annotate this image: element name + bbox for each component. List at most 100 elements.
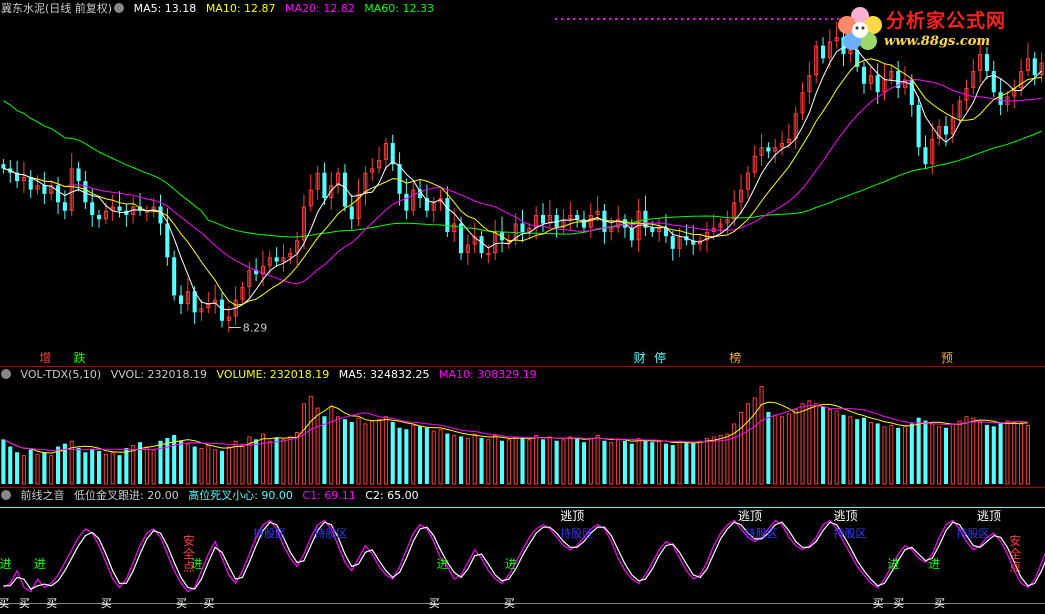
buy-label: 买 [504, 597, 515, 610]
guide-dot [591, 18, 593, 20]
guide-dot [597, 18, 599, 20]
guide-dot [735, 18, 737, 20]
volume-bar [1012, 422, 1017, 485]
guide-dot [723, 18, 725, 20]
dropdown-circle-icon[interactable] [114, 3, 125, 13]
guide-dot [651, 18, 653, 20]
enter-label: 进 [191, 557, 203, 571]
volume-bar [739, 411, 744, 485]
volume-bar [902, 426, 908, 485]
guide-dot [807, 18, 809, 20]
candle-body [219, 299, 225, 321]
escape-top-label: 逃顶 [977, 509, 1001, 523]
ma5-readout: MA5: 13.18 [133, 2, 197, 15]
volume-bar [971, 417, 976, 485]
volume-bar [117, 455, 122, 484]
escape-top-label: 逃顶 [738, 509, 762, 523]
candle-body [445, 198, 450, 232]
volume-bar [213, 449, 218, 485]
volume-bar [711, 436, 716, 485]
volume-bar [240, 443, 245, 485]
dropdown-circle-icon[interactable] [1, 369, 11, 379]
candle-body [486, 253, 491, 256]
volume-bar [411, 424, 416, 485]
hold-zone-label: 持股区 [253, 526, 286, 540]
candle-body [1, 164, 6, 169]
buy-label: 买 [873, 597, 884, 610]
volume-bar [479, 437, 484, 484]
guide-dot [741, 18, 743, 20]
volume-bar [219, 450, 225, 484]
guide-dot [819, 18, 821, 20]
guide-dot [633, 18, 635, 20]
event-label: 跌 [74, 350, 86, 365]
volume-bar [103, 453, 108, 485]
indicator-name[interactable]: 前线之音 [21, 489, 65, 502]
volume-bar [704, 437, 709, 485]
hold-zone-label: 持股区 [314, 526, 347, 540]
volume-bar [445, 433, 450, 484]
volume-bar [978, 422, 983, 485]
vol-indicator-name[interactable]: VOL-TDX(5,10) [21, 368, 102, 381]
volume-bar [8, 446, 13, 484]
volume-bar [465, 437, 470, 485]
volume-bar [192, 446, 197, 484]
volume-bar [301, 403, 306, 485]
volume-bar [226, 446, 231, 485]
volume-bar [779, 416, 785, 485]
volume-bar [308, 396, 313, 485]
candle-body [144, 210, 149, 213]
flower-icon [838, 7, 882, 50]
candle-body [322, 172, 327, 199]
volume-bar [390, 422, 395, 484]
candle-body [991, 71, 996, 93]
candle-body [76, 168, 81, 182]
volume-bar [766, 411, 771, 484]
stock-title[interactable]: 冀东水泥(日线 前复权) [1, 2, 112, 15]
candle-body [479, 236, 484, 254]
guide-dot [567, 18, 569, 20]
volume-bar [588, 437, 593, 485]
guide-dot [789, 18, 791, 20]
volume-ma10-line [3, 405, 1028, 452]
buy-label: 买 [0, 597, 9, 610]
escape-top-label: 逃顶 [834, 509, 858, 523]
volume-bar [636, 437, 641, 485]
volume-bar [438, 429, 443, 485]
guide-dot [831, 18, 833, 20]
guide-dot [801, 18, 803, 20]
volume-bar [254, 439, 259, 484]
candle-body [83, 181, 88, 203]
dropdown-circle-icon[interactable] [1, 490, 11, 500]
guide-dot [783, 18, 785, 20]
volume-bar [670, 445, 675, 484]
volume-bar [370, 420, 375, 485]
volume-bar [657, 440, 662, 485]
volume-bar [472, 433, 477, 485]
hold-zone-label: 持股区 [560, 526, 593, 540]
volume-bar [158, 440, 163, 484]
guide-dot [603, 18, 605, 20]
c2-line [3, 521, 1045, 590]
volume-bar [527, 439, 532, 485]
guide-dot [759, 18, 761, 20]
volume-bar [807, 400, 812, 485]
guide-dot [645, 18, 647, 20]
volume-bar [889, 424, 894, 485]
volume-bar [609, 442, 614, 485]
candle-body [766, 147, 771, 152]
volume-bar [21, 455, 26, 485]
candle-body [650, 227, 655, 232]
volume-bar [861, 417, 867, 484]
guide-dot [621, 18, 623, 20]
volume-bar [643, 440, 648, 484]
volume-bar [773, 414, 778, 485]
candle-body [62, 202, 67, 211]
event-label: 预 [941, 351, 953, 365]
volume-bar [534, 434, 539, 485]
volume-bar [759, 385, 764, 485]
guide-dot [615, 18, 617, 20]
volume-bar [110, 452, 115, 485]
volume-bar [834, 410, 839, 485]
enter-label: 进 [928, 557, 940, 571]
